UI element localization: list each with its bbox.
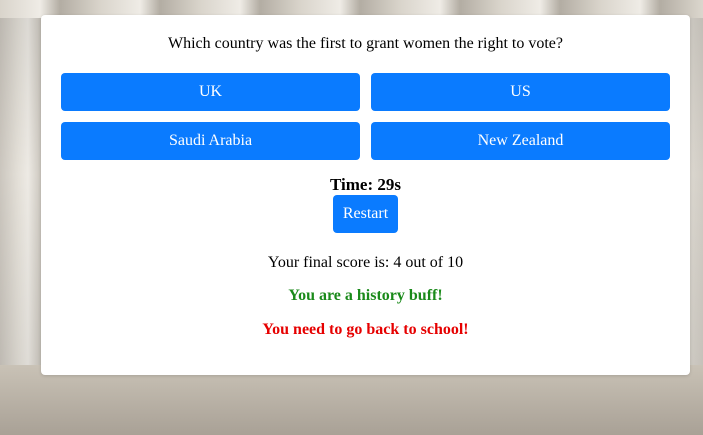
answer-button-saudi-arabia[interactable]: Saudi Arabia [61,122,360,160]
answer-grid: UK US Saudi Arabia New Zealand [61,73,670,160]
question-text: Which country was the first to grant wom… [167,35,563,52]
restart-button[interactable]: Restart [333,195,398,233]
background-floor [0,365,703,435]
answer-button-us[interactable]: US [371,73,670,111]
answer-button-new-zealand[interactable]: New Zealand [371,122,670,160]
final-score-text: Your final score is: 4 out of 10 [267,254,464,271]
success-message: You are a history buff! [288,287,443,304]
timer-text: Time: 29s [330,175,401,194]
failure-message: You need to go back to school! [262,321,469,338]
answer-button-uk[interactable]: UK [61,73,360,111]
quiz-panel: Which country was the first to grant wom… [41,15,690,375]
